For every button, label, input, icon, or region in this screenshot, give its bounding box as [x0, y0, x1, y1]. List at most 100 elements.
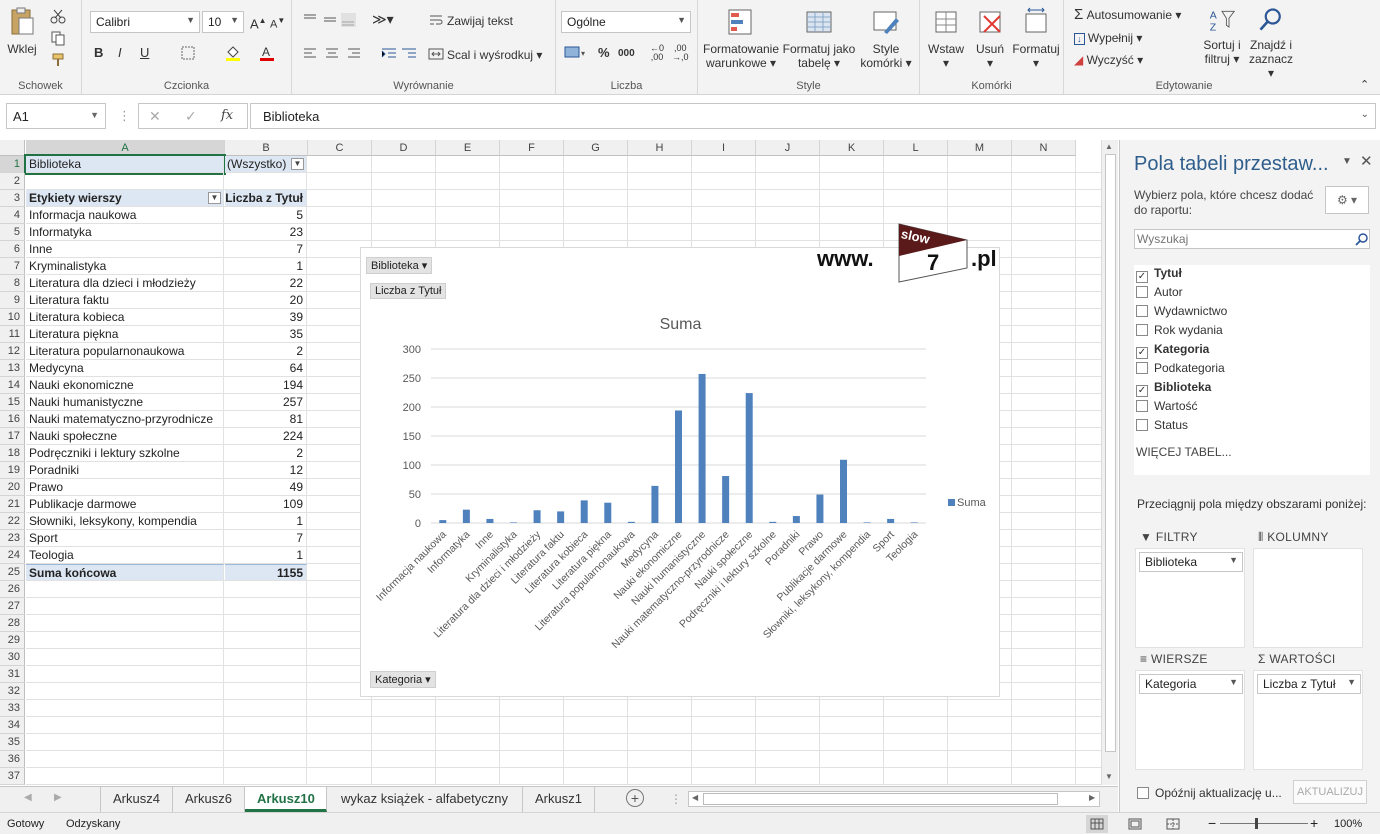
defer-update-checkbox[interactable]: Opóźnij aktualizację u... — [1137, 786, 1282, 800]
sheet-tab[interactable]: wykaz książek - alfabetyczny — [327, 787, 523, 812]
cell-empty[interactable] — [225, 700, 307, 717]
thousands-button[interactable]: 000 — [618, 47, 635, 61]
cell-empty[interactable] — [225, 598, 307, 615]
column-header-F[interactable]: F — [500, 140, 564, 156]
pivot-row-value[interactable]: 109 — [225, 496, 307, 513]
sort-filter-button[interactable]: AZ Sortuj i filtruj ▾ — [1200, 6, 1244, 66]
row-header[interactable]: 12 — [0, 343, 25, 360]
pivot-row-value[interactable]: 7 — [225, 530, 307, 547]
column-header-M[interactable]: M — [948, 140, 1012, 156]
pivot-row-value[interactable]: 7 — [225, 241, 307, 258]
cut-icon[interactable] — [50, 8, 66, 24]
cell-styles-button[interactable]: Style komórki ▾ — [858, 6, 914, 70]
cell-empty[interactable] — [225, 173, 307, 190]
column-header-A[interactable]: A — [26, 140, 225, 156]
scroll-right-icon[interactable]: ▶ — [1089, 793, 1095, 802]
scroll-left-icon[interactable]: ◀ — [692, 793, 698, 802]
pivot-row-value[interactable]: 194 — [225, 377, 307, 394]
column-header-L[interactable]: L — [884, 140, 948, 156]
pivot-chart[interactable]: Biblioteka ▾ Liczba z Tytuł Kategoria ▾ … — [360, 247, 1000, 697]
row-header[interactable]: 19 — [0, 462, 25, 479]
checked-checkbox-icon[interactable]: ✓ — [1136, 385, 1148, 397]
clear-button[interactable]: ◢ Wyczyść ▾ — [1074, 53, 1143, 67]
add-sheet-icon[interactable]: + — [626, 789, 644, 807]
row-header[interactable]: 23 — [0, 530, 25, 547]
find-select-button[interactable]: Znajdź i zaznacz ▾ — [1246, 6, 1296, 80]
field-item[interactable]: Wartość — [1136, 399, 1198, 413]
cell-empty[interactable] — [26, 734, 224, 751]
row-header[interactable]: 16 — [0, 411, 25, 428]
pivot-row-value[interactable]: 64 — [225, 360, 307, 377]
checkbox-icon[interactable] — [1136, 305, 1148, 317]
cell-empty[interactable] — [225, 768, 307, 785]
field-item[interactable]: Wydawnictwo — [1136, 304, 1227, 318]
pivot-row-value[interactable]: 12 — [225, 462, 307, 479]
number-format-select[interactable]: Ogólne ▼ — [561, 11, 691, 33]
values-area[interactable]: Liczba z Tytuł ▼ — [1253, 670, 1363, 770]
cell-empty[interactable] — [26, 768, 224, 785]
row-header[interactable]: 35 — [0, 734, 25, 751]
pivot-row-value[interactable]: 35 — [225, 326, 307, 343]
cell-empty[interactable] — [26, 632, 224, 649]
column-header-K[interactable]: K — [820, 140, 884, 156]
pivot-row-value[interactable]: 49 — [225, 479, 307, 496]
name-box[interactable]: A1 ▼ — [6, 103, 106, 129]
format-cells-button[interactable]: Formatuj ▾ — [1012, 6, 1060, 70]
cell-b1-filter-value[interactable]: (Wszystko) ▼ — [225, 156, 307, 173]
zoom-level[interactable]: 100% — [1334, 818, 1362, 830]
horizontal-align-icons[interactable] — [302, 46, 372, 62]
horizontal-scrollbar[interactable]: ◀ ▶ — [688, 791, 1100, 807]
close-pane-icon[interactable]: ✕ — [1360, 152, 1373, 170]
filters-area[interactable]: Biblioteka ▼ — [1135, 548, 1245, 648]
row-header[interactable]: 10 — [0, 309, 25, 326]
row-header[interactable]: 26 — [0, 581, 25, 598]
cell-empty[interactable] — [26, 666, 224, 683]
row-header[interactable]: 15 — [0, 394, 25, 411]
scroll-thumb[interactable] — [1105, 154, 1116, 752]
autosum-button[interactable]: Σ Autosumowanie ▾ — [1074, 7, 1181, 22]
pivot-row-label[interactable]: Publikacje darmowe — [26, 496, 224, 513]
row-header[interactable]: 7 — [0, 258, 25, 275]
pivot-row-label[interactable]: Nauki ekonomiczne — [26, 377, 224, 394]
row-header[interactable]: 11 — [0, 326, 25, 343]
pivot-row-value[interactable]: 81 — [225, 411, 307, 428]
copy-icon[interactable] — [50, 30, 66, 46]
fill-color-icon[interactable] — [224, 44, 242, 62]
row-header[interactable]: 24 — [0, 547, 25, 564]
select-all-corner[interactable] — [0, 140, 25, 156]
zoom-slider-thumb[interactable] — [1255, 818, 1258, 829]
cell-empty[interactable] — [225, 734, 307, 751]
italic-button[interactable]: I — [118, 46, 122, 60]
cell-empty[interactable] — [225, 717, 307, 734]
field-item[interactable]: ✓ Kategoria — [1136, 342, 1209, 359]
paste-button[interactable]: Wklej — [4, 6, 40, 56]
pivot-row-value[interactable]: 39 — [225, 309, 307, 326]
report-filter-dropdown-icon[interactable]: ▼ — [291, 158, 304, 170]
row-header[interactable]: 1 — [0, 156, 25, 173]
cancel-icon[interactable]: ✕ — [149, 108, 161, 125]
field-search-box[interactable] — [1134, 229, 1370, 249]
collapse-ribbon-icon[interactable]: ⌃ — [1360, 78, 1369, 92]
row-header[interactable]: 8 — [0, 275, 25, 292]
shrink-font-button[interactable]: A▼ — [270, 14, 285, 32]
underline-button[interactable]: U — [140, 46, 149, 60]
checkbox-icon[interactable] — [1136, 286, 1148, 298]
row-header[interactable]: 5 — [0, 224, 25, 241]
update-button[interactable]: AKTUALIZUJ — [1293, 780, 1367, 804]
cell-empty[interactable] — [225, 581, 307, 598]
checkbox-icon[interactable] — [1136, 362, 1148, 374]
column-header-I[interactable]: I — [692, 140, 756, 156]
row-header[interactable]: 27 — [0, 598, 25, 615]
rows-area[interactable]: Kategoria ▼ — [1135, 670, 1245, 770]
insert-button[interactable]: Wstaw ▾ — [926, 6, 966, 70]
pivot-row-labels-header[interactable]: Etykiety wierszy ▼ — [26, 190, 224, 207]
orientation-button[interactable]: ≫▾ — [372, 12, 394, 26]
pivot-grand-total-value[interactable]: 1155 — [225, 564, 307, 581]
column-header-E[interactable]: E — [436, 140, 500, 156]
format-as-table-button[interactable]: Formatuj jako tabelę ▾ — [782, 6, 856, 70]
row-header[interactable]: 33 — [0, 700, 25, 717]
pivot-row-label[interactable]: Inne — [26, 241, 224, 258]
cell-empty[interactable] — [225, 615, 307, 632]
pivot-value-header[interactable]: Liczba z Tytuł — [225, 190, 307, 207]
column-header-N[interactable]: N — [1012, 140, 1076, 156]
